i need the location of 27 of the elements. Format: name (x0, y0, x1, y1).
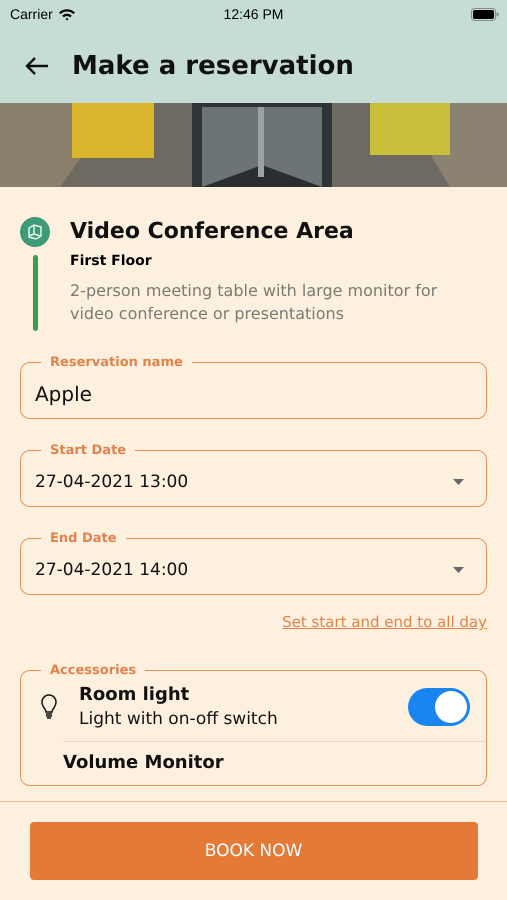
accessory-name: Room light (79, 684, 190, 705)
back-icon[interactable] (24, 56, 50, 76)
accessory-description: Light with on-off switch (79, 709, 279, 729)
room-icon (20, 217, 50, 247)
venue-name: Video Conference Area (70, 218, 355, 246)
field-value: 27-04-2021 14:00 (35, 560, 188, 580)
battery-icon (471, 8, 499, 20)
caret-icon (453, 567, 464, 573)
field-label: Start Date (49, 443, 128, 458)
carrier-name: Carrier (10, 6, 53, 22)
status-time: 12:46 PM (222, 6, 284, 22)
page-title: Make a reservation (72, 50, 354, 80)
field-value: Apple (35, 382, 92, 406)
date-dropdown[interactable]: Start Date 27-04-2021 13:00 (20, 443, 487, 507)
caret-icon (453, 479, 464, 485)
field-label: End Date (49, 531, 118, 546)
input-field[interactable]: Reservation name Apple (20, 355, 487, 419)
accessories-label: Accessories (49, 663, 138, 678)
field-value: 27-04-2021 13:00 (35, 472, 188, 492)
accessory-name: Volume Monitor (63, 752, 225, 773)
date-dropdown[interactable]: End Date 27-04-2021 14:00 (20, 531, 487, 595)
toggle-switch[interactable] (408, 688, 470, 726)
venue-description: 2-person meeting table with large monitor for video conference or presentations (70, 280, 438, 325)
lightbulb-icon (41, 694, 57, 720)
floor-label: First Floor (70, 253, 153, 269)
field-label: Reservation name (49, 355, 184, 370)
wifi-icon (58, 8, 76, 20)
